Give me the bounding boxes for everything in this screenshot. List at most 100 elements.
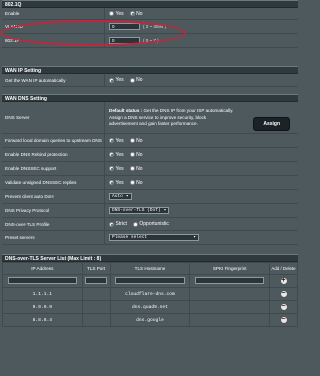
radio-icon[interactable] [109,180,114,185]
row-dns-server: DNS Server Default status : Get the DNS … [2,102,298,134]
privacy-protocol-label: DNS Privacy Protocol [2,204,105,217]
wan-ip-yes-option[interactable]: Yes [109,77,124,83]
radio-icon[interactable] [109,11,114,16]
hostname-cell: dns.google [109,313,191,327]
spki-cell [189,300,271,314]
dot-server-table: IP Address TLS Port TLS Hostname SPKI Fi… [2,262,298,327]
row-privacy-protocol: DNS Privacy Protocol DNS-over-TLS (DoT) ▾ [2,204,298,218]
section-8021q-header: 802.1Q [2,0,298,8]
assign-button[interactable]: Assign [253,117,290,131]
validate-no-option[interactable]: No [129,180,143,186]
cell [81,274,111,288]
enable-no-option[interactable]: No [129,11,143,17]
plus-circle-icon[interactable]: + [279,277,288,285]
radio-icon[interactable] [109,138,114,143]
radio-icon[interactable] [129,11,135,16]
radio-icon[interactable] [129,138,135,143]
validate-yes-option[interactable]: Yes [109,180,124,186]
ip-cell: 8.8.8.4 [2,313,83,327]
radio-icon[interactable] [109,221,114,227]
rebind-yes-option[interactable]: Yes [109,152,124,158]
radio-icon[interactable] [129,152,135,157]
chevron-down-icon: ▾ [125,194,129,199]
radio-icon[interactable] [109,77,114,83]
col-tls-port: TLS Port [81,262,111,275]
row-tls-profile: DNS-over-TLS Profile Strict Opportunisti… [2,218,298,231]
tls-profile-label: DNS-over-TLS Profile [2,218,105,230]
dns-status: Default status : Get the DNS IP from you… [109,108,234,113]
radio-icon[interactable] [129,77,135,83]
spki-input[interactable] [195,276,265,284]
table-row: 9.9.9.9 dns.quad9.net − [2,300,298,314]
vlan-id-hint: ( 2 ~ 4094 ) [143,24,167,29]
radio-icon[interactable] [109,166,114,171]
forward-no-option[interactable]: No [129,138,143,144]
tls-port-input[interactable] [84,276,108,284]
spki-cell [189,287,271,301]
wan-ip-header: WAN IP Setting [2,66,298,74]
cell [109,274,191,288]
row-preset-servers: Preset servers Please select ▾ [2,231,298,245]
cell: − [269,313,298,327]
row-vlan-id: VLAN ID 0 ( 2 ~ 4094 ) [2,20,298,34]
wan-ip-auto-label: Get the WAN IP automatically [2,74,105,86]
row-validate-unsigned: Validate unsigned DNSSEC replies Yes No [2,176,298,190]
prevent-doh-select[interactable]: Auto ▾ [109,193,132,200]
table-row: 1.1.1.1 cloudflare-dns.com − [2,287,298,301]
rebind-label: Enable DNS Rebind protection [2,148,105,161]
vlan-id-label: VLAN ID [2,20,105,33]
table-input-row: + [2,274,298,288]
tls-strict-option[interactable]: Strict [109,221,127,227]
spki-cell [189,313,271,327]
dnssec-no-option[interactable]: No [129,166,143,172]
col-spki-fingerprint: SPKI Fingerprint [189,262,271,275]
col-add-delete: Add / Delete [269,262,298,275]
tls-hostname-input[interactable] [115,276,185,284]
privacy-protocol-select[interactable]: DNS-over-TLS (DoT) ▾ [109,207,170,214]
dns-server-label: DNS Server [2,102,105,133]
cell: − [269,300,298,314]
dnssec-yes-option[interactable]: Yes [109,166,124,172]
port-cell [81,313,111,327]
dns-description: Assign a DNS service to improve security… [109,115,207,126]
vlan-id-input[interactable]: 0 [109,23,140,30]
8021p-input[interactable]: 0 [109,37,140,44]
dnssec-label: Enable DNSSEC support [2,162,105,175]
row-enable: Enable Yes No [2,8,298,20]
ip-address-input[interactable] [7,276,77,284]
radio-icon[interactable] [132,221,138,227]
settings-panel: 802.1Q Enable Yes No VLAN ID 0 ( 2 ~ 409… [2,0,298,327]
rebind-no-option[interactable]: No [129,152,143,158]
8021p-hint: ( 0 ~ 7 ) [143,38,159,43]
cell: + [269,274,298,288]
forward-yes-option[interactable]: Yes [109,138,124,144]
enable-yes-option[interactable]: Yes [109,11,124,17]
minus-circle-icon[interactable]: − [279,290,288,298]
validate-unsigned-label: Validate unsigned DNSSEC replies [2,176,105,189]
enable-label: Enable [2,8,105,19]
hostname-cell: dns.quad9.net [109,300,191,314]
cell: − [269,287,298,301]
chevron-down-icon: ▾ [163,208,167,213]
preset-servers-select[interactable]: Please select ▾ [109,234,199,241]
radio-icon[interactable] [109,152,114,157]
ip-cell: 1.1.1.1 [2,287,83,301]
col-tls-hostname: TLS Hostname [109,262,191,275]
prevent-doh-label: Prevent client auto DoH [2,190,105,203]
wan-dns-header: WAN DNS Setting [2,94,298,102]
col-ip-address: IP Address [2,262,83,275]
tls-opportunistic-option[interactable]: Opportunistic [132,221,169,227]
cell [2,274,83,288]
row-prevent-doh: Prevent client auto DoH Auto ▾ [2,190,298,204]
ip-cell: 9.9.9.9 [2,300,83,314]
radio-icon[interactable] [129,180,135,185]
minus-circle-icon[interactable]: − [279,303,288,311]
row-forward-local: Forward local domain queries to upstream… [2,134,298,148]
minus-circle-icon[interactable]: − [279,316,288,324]
forward-local-label: Forward local domain queries to upstream… [2,134,105,147]
radio-icon[interactable] [129,166,135,171]
wan-ip-no-option[interactable]: No [129,77,143,83]
